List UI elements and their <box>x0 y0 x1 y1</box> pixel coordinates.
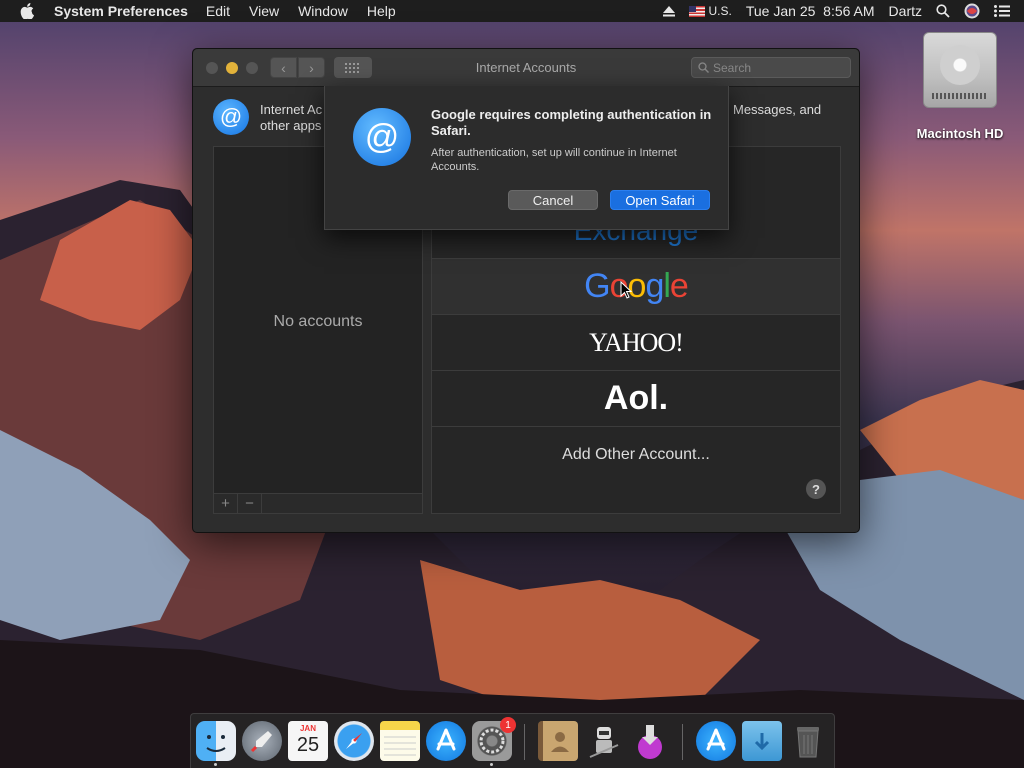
installer-icon <box>638 725 662 759</box>
dock-separator <box>524 724 525 760</box>
mouse-cursor-icon <box>620 281 632 299</box>
header-line-1: Internet Ac <box>260 102 323 117</box>
contacts-icon <box>551 732 569 752</box>
dock-automator[interactable] <box>584 721 624 761</box>
menu-window[interactable]: Window <box>298 3 348 19</box>
trash-icon <box>797 727 819 758</box>
siri-icon[interactable] <box>964 3 980 19</box>
notification-center-icon[interactable] <box>994 5 1010 17</box>
dock-trash[interactable] <box>788 721 828 761</box>
window-titlebar[interactable]: ‹ › Internet Accounts <box>193 49 859 87</box>
search-input[interactable] <box>713 60 843 75</box>
hard-drive-icon <box>923 32 997 108</box>
provider-aol[interactable]: Aol. <box>432 371 840 427</box>
search-field[interactable] <box>691 57 851 78</box>
spotlight-icon[interactable] <box>936 4 950 18</box>
dock-calendar[interactable]: JAN 25 <box>288 721 328 761</box>
finder-icon <box>206 735 226 752</box>
add-other-account-label: Add Other Account... <box>562 446 710 463</box>
provider-yahoo[interactable]: YAHOO! <box>432 315 840 371</box>
yahoo-logo-text: YAHOO! <box>589 327 684 357</box>
notification-badge: 1 <box>500 717 516 733</box>
internet-accounts-icon: @ <box>213 99 249 135</box>
macintosh-hd-label: Macintosh HD <box>916 126 1004 141</box>
input-source-label: U.S. <box>708 4 732 18</box>
us-flag-icon <box>688 5 705 17</box>
header-description-right: Messages, and <box>733 102 822 117</box>
dock-finder[interactable] <box>196 721 236 761</box>
add-account-button[interactable]: + <box>214 494 238 513</box>
rocket-icon <box>250 731 272 753</box>
notes-icon <box>384 736 416 756</box>
remove-account-button[interactable]: − <box>238 494 262 513</box>
dialog-message: After authentication, set up will contin… <box>431 147 677 173</box>
dock-separator <box>682 724 683 760</box>
provider-google[interactable]: Google <box>432 259 840 315</box>
dock-system-preferences[interactable]: 1 <box>472 717 516 761</box>
dock: JAN 25 1 <box>190 713 835 768</box>
header-description: Internet Ac other apps <box>260 102 322 134</box>
cancel-button[interactable]: Cancel <box>508 190 598 210</box>
help-button[interactable]: ? <box>806 479 826 499</box>
authentication-dialog: @ Google requires completing authenticat… <box>324 86 729 230</box>
menu-view[interactable]: View <box>249 3 279 19</box>
open-safari-button[interactable]: Open Safari <box>610 190 710 210</box>
macintosh-hd-desktop-icon[interactable]: Macintosh HD <box>910 32 1010 141</box>
menu-bar: System Preferences Edit View Window Help… <box>0 0 1024 22</box>
dock-launchpad[interactable] <box>242 721 282 761</box>
header-line-2: other apps <box>260 118 322 133</box>
calendar-month: JAN <box>299 724 316 733</box>
input-source-menu[interactable]: U.S. <box>688 4 732 18</box>
dock-contacts[interactable] <box>538 721 578 761</box>
add-remove-bar: + − <box>213 494 423 514</box>
dock-app-store[interactable] <box>426 721 466 761</box>
dock-installer[interactable] <box>630 721 670 761</box>
clock[interactable]: Tue Jan 25 8:56 AM <box>746 3 875 19</box>
dock-safari[interactable] <box>334 721 374 761</box>
app-store-icon <box>706 728 726 751</box>
dialog-title: Google requires completing authenticatio… <box>431 107 712 138</box>
app-store-icon <box>436 728 456 751</box>
menu-app-name[interactable]: System Preferences <box>54 3 188 19</box>
calendar-day: 25 <box>296 734 320 756</box>
provider-add-other[interactable]: Add Other Account... <box>432 427 840 483</box>
no-accounts-label: No accounts <box>273 313 363 330</box>
menu-help[interactable]: Help <box>367 3 396 19</box>
apple-menu-icon[interactable] <box>20 3 36 19</box>
search-icon <box>698 62 709 73</box>
dock-downloads-folder[interactable] <box>742 721 782 761</box>
dock-app-store-download[interactable] <box>696 721 736 761</box>
download-folder-icon <box>754 733 770 751</box>
finder-running-indicator <box>214 763 217 766</box>
system-preferences-running-indicator <box>490 763 493 766</box>
compass-icon <box>346 733 362 749</box>
aol-logo-text: Aol. <box>603 379 669 417</box>
google-logo: Google <box>584 267 689 305</box>
at-sign-icon: @ <box>353 108 411 166</box>
eject-icon[interactable] <box>662 5 675 17</box>
menu-edit[interactable]: Edit <box>206 3 230 19</box>
robot-icon <box>589 727 619 758</box>
dock-notes[interactable] <box>380 721 420 761</box>
user-menu[interactable]: Dartz <box>889 3 922 19</box>
